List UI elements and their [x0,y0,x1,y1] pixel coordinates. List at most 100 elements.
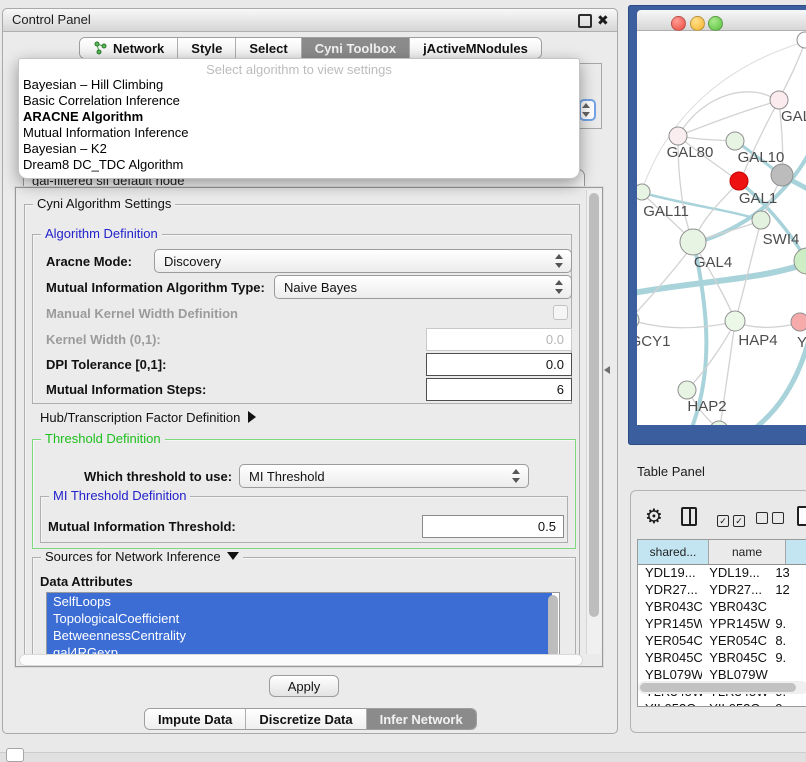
network-node[interactable] [752,211,770,229]
manual-kernel-checkbox[interactable] [553,305,568,320]
tab-label: Style [191,41,222,56]
column-header-partial[interactable] [786,540,806,565]
settings-gear-icon[interactable]: ⚙ [645,507,663,527]
group-title: Sources for Network Inference [41,549,243,565]
tab-network[interactable]: Network [80,38,178,58]
which-threshold-label: Which threshold to use: [84,469,232,484]
popup-item-selected[interactable]: ARACNE Algorithm [19,109,579,125]
tab-label: Infer Network [380,712,463,727]
popup-item[interactable]: Basic Correlation Inference [19,93,579,109]
table-row[interactable]: YBR043CYBR043C [638,598,806,615]
float-panel-icon[interactable] [578,14,592,28]
close-icon[interactable]: ✖ [597,13,609,27]
kernel-width-label: Kernel Width (0,1): [46,332,161,347]
network-node[interactable] [770,91,788,109]
deselect-all-boxes-icon[interactable] [756,512,788,527]
horizontal-scrollbar-track[interactable] [19,654,583,666]
network-edge[interactable] [689,322,735,388]
table-row[interactable]: YDR27...YDR27...12 [638,581,806,598]
document-icon[interactable] [797,506,806,526]
network-node[interactable] [680,229,706,255]
tab-label: Select [249,41,287,56]
splitter-collapse-icon[interactable] [604,366,610,374]
network-window-titlebar[interactable] [637,10,806,31]
combo-stepper-icon [555,289,563,294]
network-node-label: GAL11 [643,203,689,220]
network-node[interactable] [771,164,793,186]
network-node[interactable] [637,311,639,329]
close-traffic-light[interactable] [671,16,686,31]
dpi-tolerance-input[interactable]: 0.0 [426,353,572,376]
network-window-frame: GAL2GAL80GAL10GAL1GAL11SWI4GAL4GCY1HAP4Y… [628,5,806,445]
tab-style[interactable]: Style [178,38,236,58]
table-row[interactable]: YPR145WYPR145W9. [638,615,806,632]
network-node[interactable] [730,172,748,190]
tab-jactivemnodules[interactable]: jActiveMNodules [410,38,541,58]
table-row[interactable]: YDL19...YDL19...13 [638,564,806,581]
combo-value: MI Threshold [249,469,325,484]
select-all-checks-icon[interactable]: ✓✓ [717,512,749,527]
minimize-traffic-light[interactable] [690,16,705,31]
network-edge[interactable] [637,320,734,328]
column-header-shared-name[interactable]: shared... [638,540,709,565]
restore-panel-icon[interactable] [6,748,24,762]
popup-item[interactable]: Mutual Information Inference [19,125,579,141]
desktop: Control Panel ✖ Network Style Se [0,0,806,762]
table-cell [771,598,806,615]
list-item[interactable]: TopologicalCoefficient [47,610,552,627]
tab-discretize-data[interactable]: Discretize Data [246,709,366,729]
list-item[interactable]: SelfLoops [47,593,552,610]
table-h-scrollbar-track[interactable] [638,681,806,694]
tab-impute-data[interactable]: Impute Data [145,709,246,729]
mi-steps-input[interactable]: 6 [426,378,572,401]
collapse-icon[interactable] [227,552,239,560]
network-node-label: GCY1 [637,333,670,350]
tab-cyni-toolbox[interactable]: Cyni Toolbox [302,38,410,58]
network-canvas[interactable]: GAL2GAL80GAL10GAL1GAL11SWI4GAL4GCY1HAP4Y… [637,31,806,425]
network-node-label: GAL4 [694,254,732,271]
bottom-tabbar: Impute Data Discretize Data Infer Networ… [144,708,477,730]
aracne-mode-combo[interactable]: Discovery [154,249,572,273]
list-item[interactable]: BetweennessCentrality [47,627,552,644]
popup-item[interactable]: Bayesian – K2 [19,141,579,157]
list-scrollbar[interactable] [548,595,558,657]
table-cell: YIL052C [702,700,771,707]
combo-stepper-focused[interactable] [579,99,596,121]
network-node[interactable] [637,184,650,200]
vertical-scrollbar-track[interactable] [586,190,601,654]
network-node[interactable] [797,32,806,48]
mi-threshold-input[interactable]: 0.5 [422,515,564,538]
network-node[interactable] [725,311,745,331]
tab-infer-network[interactable]: Infer Network [367,709,476,729]
network-node[interactable] [669,127,687,145]
control-panel-titlebar[interactable]: Control Panel ✖ [3,9,617,32]
table-cell: YDL19... [702,564,771,581]
table-cell: 9. [771,649,806,666]
popup-item[interactable]: Bayesian – Hill Climbing [19,77,579,93]
network-edge[interactable] [637,244,694,318]
network-node[interactable] [726,132,744,150]
apply-button[interactable]: Apply [269,675,339,697]
kernel-width-input[interactable]: 0.0 [426,328,572,351]
column-header-name[interactable]: name [709,540,786,565]
popup-item[interactable]: Dream8 DC_TDC Algorithm [19,157,579,173]
network-node[interactable] [710,421,728,425]
mi-type-combo[interactable]: Naive Bayes [274,275,572,299]
split-columns-icon[interactable] [681,507,697,526]
network-node[interactable] [678,381,696,399]
table-h-scrollbar-thumb[interactable] [640,683,796,692]
network-node[interactable] [791,313,806,331]
zoom-traffic-light[interactable] [708,16,723,31]
table-cell: 9. [771,615,806,632]
which-threshold-combo[interactable]: MI Threshold [239,464,529,488]
network-node[interactable] [794,248,806,274]
tab-select[interactable]: Select [236,38,301,58]
table-row[interactable]: YBR045CYBR045C9. [638,649,806,666]
hub-definition-row[interactable]: Hub/Transcription Factor Definition [40,410,256,425]
table-row[interactable]: YIL052CYIL052C9 [638,700,806,707]
tab-label: Network [113,41,164,56]
network-edge[interactable] [735,221,761,322]
vertical-scrollbar-thumb[interactable] [589,193,599,617]
table-row[interactable]: YER054CYER054C8. [638,632,806,649]
node-table: shared... name YDL19...YDL19...13YDR27..… [637,539,806,707]
